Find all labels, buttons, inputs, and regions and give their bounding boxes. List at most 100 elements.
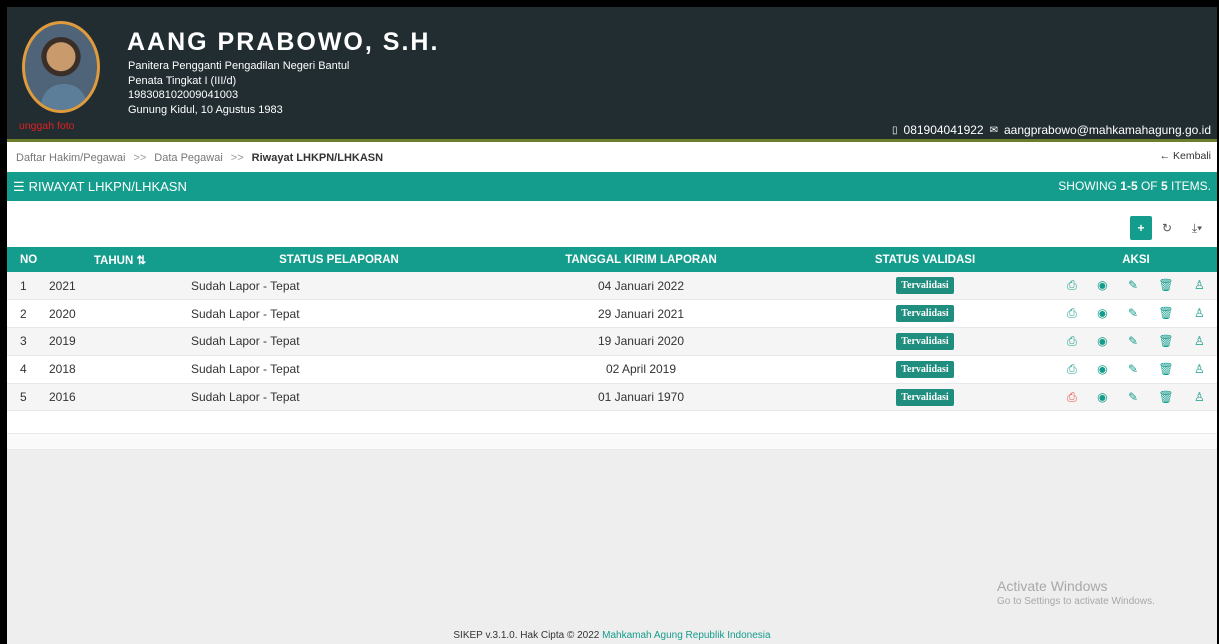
- cell-year: 2018: [49, 355, 191, 384]
- mail-icon: ✉: [989, 124, 998, 136]
- table-row: 1 2021 Sudah Lapor - Tepat 04 Januari 2022 T…: [7, 272, 1217, 301]
- validated-badge: Tervalidasi: [896, 388, 954, 406]
- cell-validation: Tervalidasi: [795, 383, 1055, 412]
- delete-icon[interactable]: 🗑: [1158, 390, 1173, 405]
- cell-actions: ⎙ ◉ ✎ 🗑 ♙: [1055, 272, 1217, 301]
- add-button[interactable]: +: [1130, 216, 1152, 240]
- profile-header: unggah foto AANG PRABOWO, S.H. Panitera …: [7, 7, 1217, 142]
- col-year[interactable]: TAHUN ⇅: [49, 247, 191, 272]
- employee-birth: Gunung Kidul, 10 Agustus 1983: [128, 103, 283, 116]
- summary-total: 5: [1160, 179, 1168, 193]
- edit-icon[interactable]: ✎: [1128, 390, 1138, 405]
- pdf-icon[interactable]: ⎙: [1067, 278, 1077, 293]
- breadcrumb-data-pegawai[interactable]: Data Pegawai: [154, 152, 223, 164]
- pdf-icon[interactable]: ⎙: [1067, 390, 1077, 405]
- summary-suffix: ITEMS.: [1167, 179, 1211, 193]
- delete-icon[interactable]: 🗑: [1158, 334, 1173, 349]
- view-icon[interactable]: ◉: [1097, 278, 1107, 293]
- lhkpn-table: NO TAHUN ⇅ STATUS PELAPORAN TANGGAL KIRI…: [7, 247, 1217, 412]
- cell-date: 02 April 2019: [487, 355, 795, 384]
- cell-year: 2021: [49, 272, 191, 301]
- email-address: aangprabowo@mahkamahagung.go.id: [1004, 123, 1211, 137]
- footer-text: SIKEP v.3.1.0. Hak Cipta © 2022: [453, 630, 603, 641]
- table-row: 3 2019 Sudah Lapor - Tepat 19 Januari 2020 T…: [7, 327, 1217, 356]
- export-button[interactable]: ⤓▾: [1182, 216, 1212, 240]
- cell-validation: Tervalidasi: [795, 272, 1055, 301]
- breadcrumb-current: Riwayat LHKPN/LHKASN: [251, 152, 384, 164]
- validated-badge: Tervalidasi: [896, 305, 954, 323]
- col-date: TANGGAL KIRIM LAPORAN: [565, 253, 717, 266]
- user-icon[interactable]: ♙: [1194, 306, 1205, 321]
- cell-status: Sudah Lapor - Tepat: [191, 383, 487, 412]
- table-toolbar: + ↻ ⤓▾: [1130, 216, 1212, 240]
- refresh-button[interactable]: ↻: [1156, 216, 1178, 240]
- user-icon[interactable]: ♙: [1194, 334, 1205, 349]
- phone-number: 081904041922: [903, 123, 984, 137]
- col-year-label: TAHUN: [93, 254, 134, 267]
- pdf-icon[interactable]: ⎙: [1067, 362, 1077, 377]
- cell-actions: ⎙ ◉ ✎ 🗑 ♙: [1055, 355, 1217, 384]
- watermark-line1: Activate Windows: [997, 578, 1108, 594]
- cell-date: 04 Januari 2022: [487, 272, 795, 301]
- app-frame: unggah foto AANG PRABOWO, S.H. Panitera …: [7, 7, 1217, 644]
- col-status: STATUS PELAPORAN: [279, 253, 399, 266]
- cell-no: 3: [7, 327, 49, 356]
- cell-status: Sudah Lapor - Tepat: [191, 299, 487, 329]
- col-no: NO: [20, 253, 38, 266]
- employee-name: AANG PRABOWO, S.H.: [127, 28, 440, 56]
- cell-actions: ⎙ ◉ ✎ 🗑 ♙: [1055, 299, 1217, 329]
- user-icon[interactable]: ♙: [1194, 362, 1205, 377]
- user-icon[interactable]: ♙: [1194, 278, 1205, 293]
- table-header-row: NO TAHUN ⇅ STATUS PELAPORAN TANGGAL KIRI…: [7, 247, 1217, 272]
- cell-date: 01 Januari 1970: [487, 383, 795, 412]
- cell-year: 2020: [49, 299, 191, 329]
- breadcrumb-hakim-pegawai[interactable]: Daftar Hakim/Pegawai: [16, 152, 125, 164]
- panel-header: ☰ RIWAYAT LHKPN/LHKASN: [7, 172, 1217, 201]
- export-icon: ⤓▾: [1191, 220, 1203, 235]
- view-icon[interactable]: ◉: [1097, 390, 1107, 405]
- footer-link[interactable]: Mahkamah Agung Republik Indonesia: [602, 630, 770, 641]
- edit-icon[interactable]: ✎: [1128, 278, 1138, 293]
- breadcrumb-separator: >>: [133, 152, 147, 164]
- breadcrumb-separator: >>: [230, 152, 244, 164]
- pdf-icon[interactable]: ⎙: [1067, 306, 1077, 321]
- delete-icon[interactable]: 🗑: [1158, 362, 1173, 377]
- pdf-icon[interactable]: ⎙: [1067, 334, 1077, 349]
- validated-badge: Tervalidasi: [896, 332, 954, 350]
- cell-year: 2016: [49, 383, 191, 412]
- watermark-line2: Go to Settings to activate Windows.: [997, 596, 1155, 607]
- cell-date: 29 Januari 2021: [487, 299, 795, 329]
- view-icon[interactable]: ◉: [1097, 362, 1107, 377]
- delete-icon[interactable]: 🗑: [1158, 306, 1173, 321]
- summary-mid: OF: [1137, 179, 1161, 193]
- employee-info: Panitera Pengganti Pengadilan Negeri Ban…: [128, 59, 349, 117]
- sort-icon: ⇅: [136, 254, 147, 267]
- cell-validation: Tervalidasi: [795, 355, 1055, 384]
- cell-status: Sudah Lapor - Tepat: [191, 272, 487, 301]
- items-summary: SHOWING 1-5 OF 5 ITEMS.: [1058, 179, 1211, 193]
- cell-actions: ⎙ ◉ ✎ 🗑 ♙: [1055, 327, 1217, 356]
- view-icon[interactable]: ◉: [1097, 334, 1107, 349]
- cell-validation: Tervalidasi: [795, 327, 1055, 356]
- refresh-icon: ↻: [1161, 221, 1173, 235]
- employee-position: Panitera Pengganti Pengadilan Negeri Ban…: [128, 60, 350, 72]
- cell-year: 2019: [49, 327, 191, 356]
- cell-no: 4: [7, 355, 49, 384]
- delete-icon[interactable]: 🗑: [1158, 278, 1173, 293]
- footer: SIKEP v.3.1.0. Hak Cipta © 2022 Mahkamah…: [7, 630, 1217, 644]
- validated-badge: Tervalidasi: [896, 360, 954, 378]
- edit-icon[interactable]: ✎: [1128, 334, 1138, 349]
- contact-info: ▯ 081904041922 ✉ aangprabowo@mahkamahagu…: [892, 123, 1211, 137]
- upload-photo-link[interactable]: unggah foto: [19, 120, 74, 132]
- cell-status: Sudah Lapor - Tepat: [191, 327, 487, 356]
- edit-icon[interactable]: ✎: [1128, 362, 1138, 377]
- edit-icon[interactable]: ✎: [1128, 306, 1138, 321]
- user-icon[interactable]: ♙: [1194, 390, 1205, 405]
- back-button[interactable]: ← Kembali: [1160, 150, 1211, 162]
- avatar[interactable]: [22, 21, 100, 113]
- table-row: 2 2020 Sudah Lapor - Tepat 29 Januari 2021 T…: [7, 299, 1217, 329]
- view-icon[interactable]: ◉: [1097, 306, 1107, 321]
- cell-validation: Tervalidasi: [795, 299, 1055, 329]
- breadcrumb: Daftar Hakim/Pegawai >> Data Pegawai >> …: [7, 145, 1217, 171]
- avatar-area: [22, 21, 100, 131]
